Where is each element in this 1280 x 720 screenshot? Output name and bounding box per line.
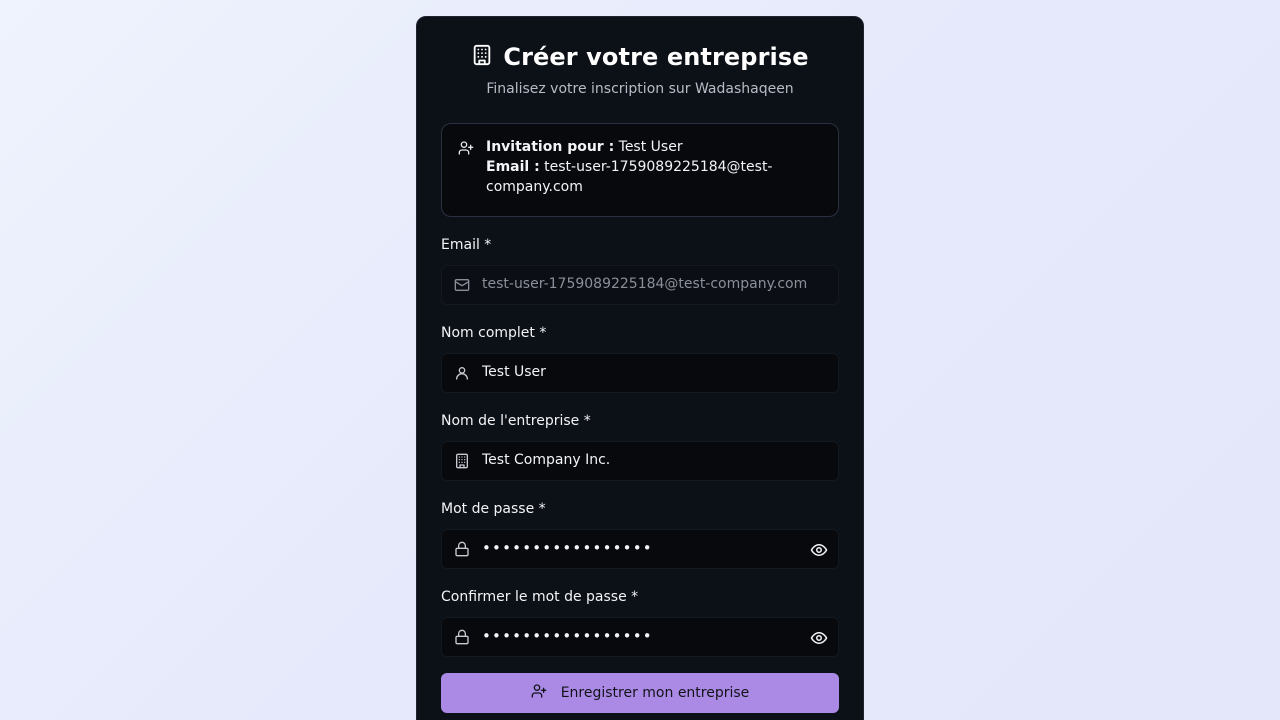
company-name-label: Nom de l'entreprise * — [441, 413, 591, 429]
confirm-password-field[interactable]: ••••••••••••••••• — [441, 617, 839, 657]
eye-icon[interactable] — [810, 629, 828, 647]
password-field[interactable]: ••••••••••••••••• — [441, 529, 839, 569]
mail-icon — [454, 277, 470, 293]
page-header: Créer votre entreprise — [417, 43, 863, 71]
page-title: Créer votre entreprise — [503, 43, 809, 71]
full-name-label: Nom complet * — [441, 325, 547, 341]
confirm-password-label: Confirmer le mot de passe * — [441, 589, 639, 605]
register-company-label: Enregistrer mon entreprise — [560, 685, 750, 701]
building-icon — [454, 453, 470, 469]
building-icon — [471, 44, 493, 70]
email-input[interactable]: test-user-1759089225184@test-company.com — [482, 276, 807, 292]
full-name-field[interactable]: Test User — [441, 353, 839, 393]
invitation-for-label: Invitation pour : — [486, 139, 615, 155]
invitation-details: Invitation pour : Test User Email : test… — [486, 137, 816, 197]
password-label: Mot de passe * — [441, 501, 546, 517]
lock-icon — [454, 629, 470, 645]
lock-icon — [454, 541, 470, 557]
email-label: Email * — [441, 237, 492, 253]
invitation-box: Invitation pour : Test User Email : test… — [441, 123, 839, 217]
register-company-button[interactable]: Enregistrer mon entreprise — [441, 673, 839, 713]
signup-card: Créer votre entreprise Finalisez votre i… — [416, 16, 864, 720]
confirm-password-input[interactable]: ••••••••••••••••• — [482, 627, 653, 645]
full-name-input[interactable]: Test User — [482, 364, 546, 380]
company-name-input[interactable]: Test Company Inc. — [482, 452, 610, 468]
email-field[interactable]: test-user-1759089225184@test-company.com — [441, 265, 839, 305]
user-icon — [454, 365, 470, 381]
user-plus-icon — [531, 683, 547, 703]
company-name-field[interactable]: Test Company Inc. — [441, 441, 839, 481]
user-plus-icon — [458, 140, 474, 156]
password-input[interactable]: ••••••••••••••••• — [482, 539, 653, 557]
invitation-for-value: Test User — [618, 139, 683, 155]
eye-icon[interactable] — [810, 541, 828, 559]
invitation-email-label: Email : — [486, 159, 540, 175]
page-subtitle: Finalisez votre inscription sur Wadashaq… — [486, 81, 794, 97]
